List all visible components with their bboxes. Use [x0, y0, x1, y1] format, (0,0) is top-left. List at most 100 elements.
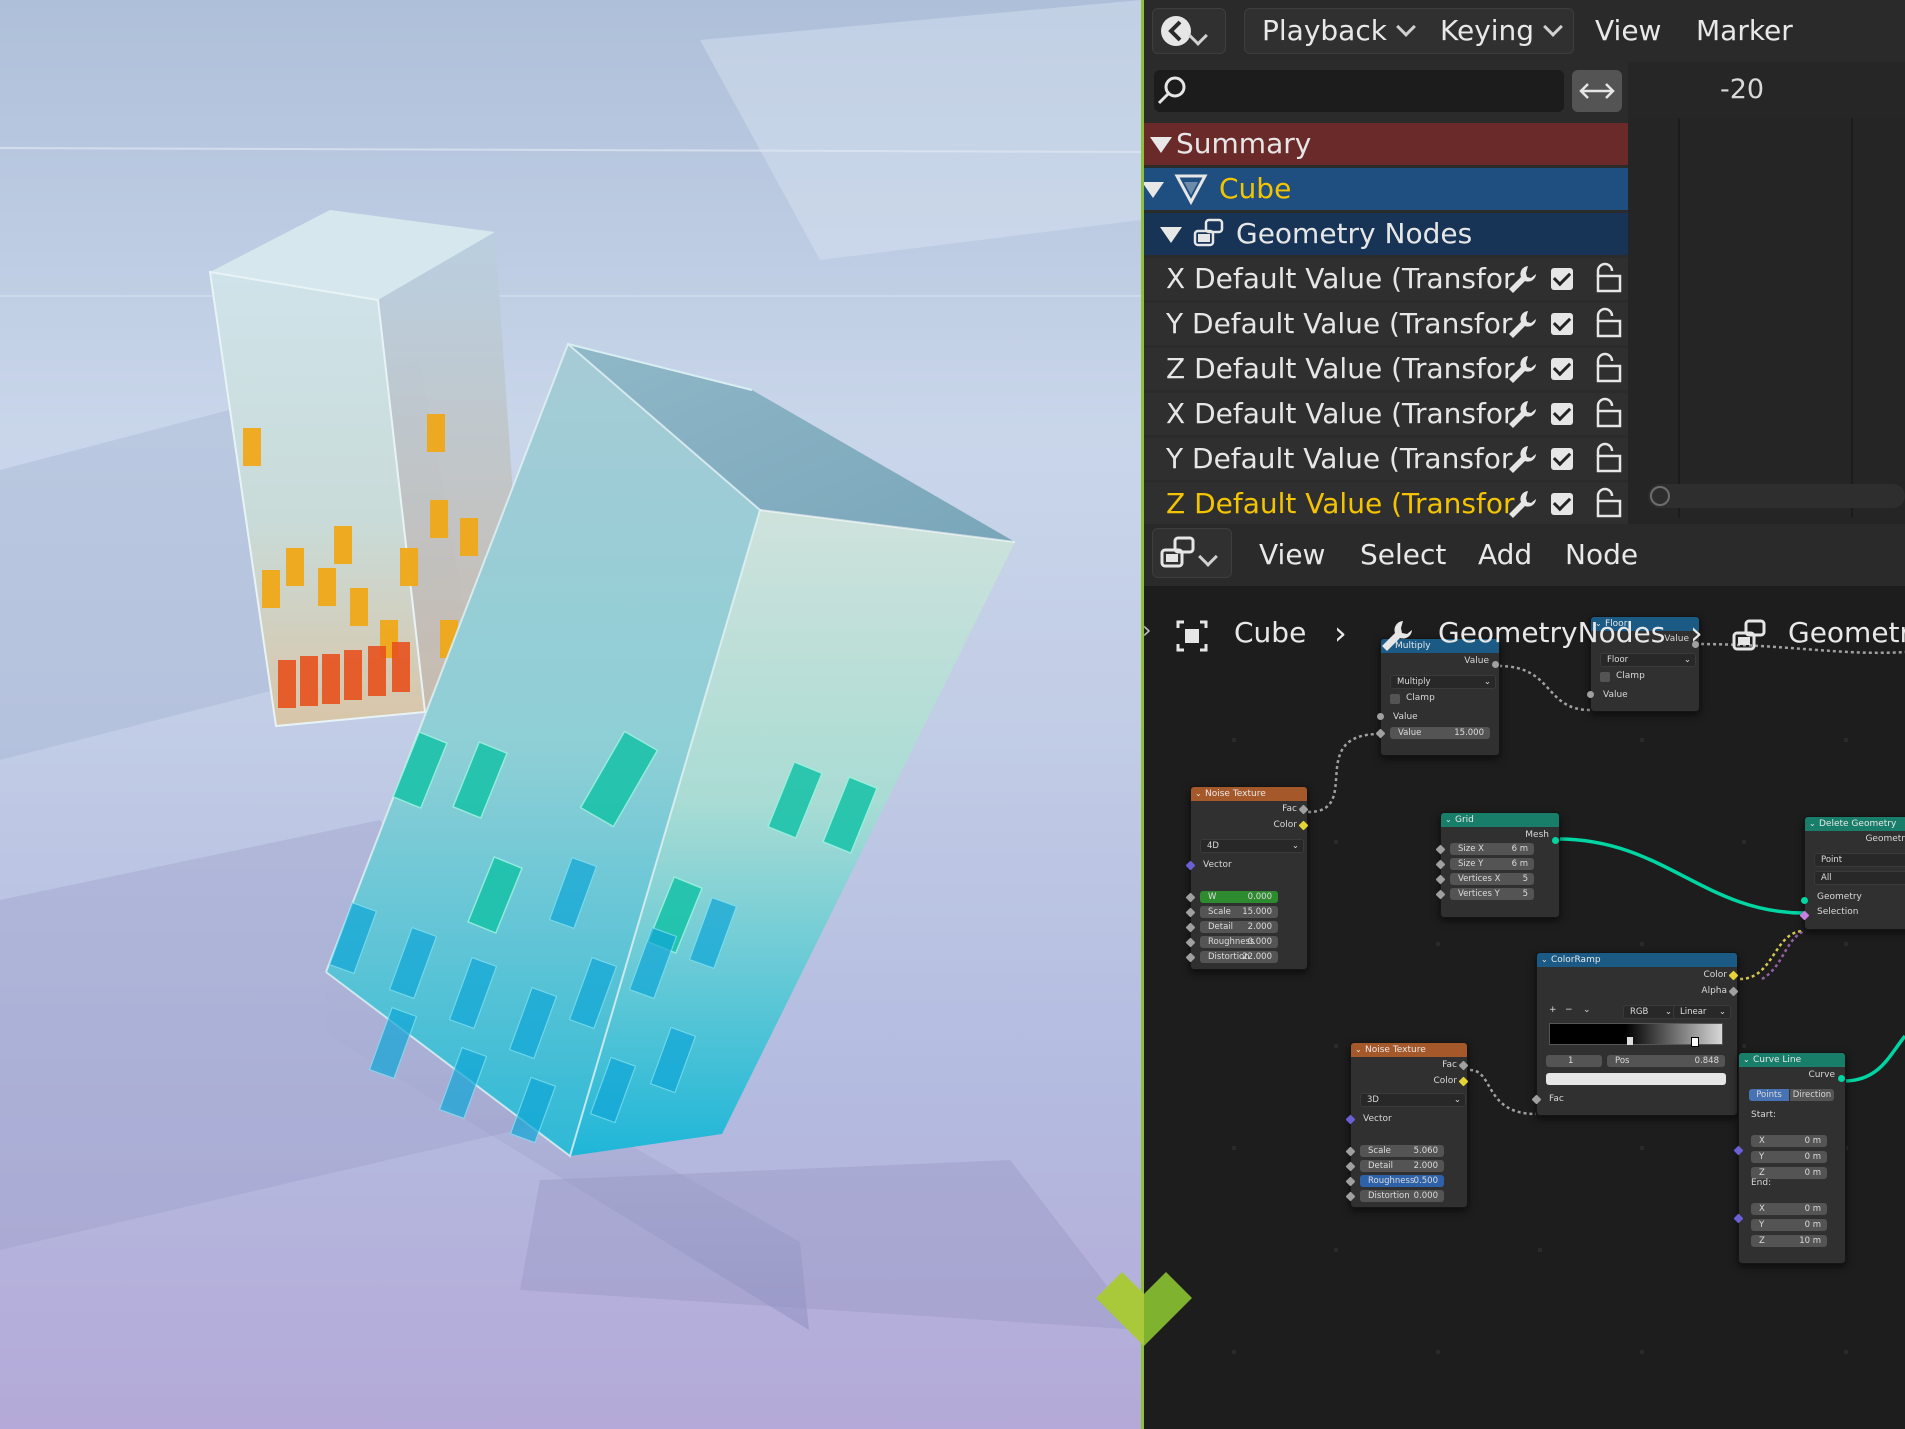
node-value-field[interactable]: X0 m [1751, 1135, 1827, 1147]
collapse-chevron-icon[interactable]: ⌄ [1355, 1043, 1362, 1057]
color-stop-handle[interactable] [1691, 1037, 1699, 1047]
node-value-field[interactable]: Scale 5.060 [1360, 1145, 1444, 1157]
unlock-icon[interactable] [1592, 262, 1624, 294]
node-header[interactable]: ⌄ Noise Texture [1351, 1043, 1467, 1057]
menu-marker[interactable]: Marker [1696, 0, 1793, 62]
node-canvas[interactable]: ⌄MultiplyValueMultiply⌄ClampValueValue15… [1144, 586, 1905, 1429]
node-dropdown[interactable]: RGB ⌄ [1623, 1005, 1677, 1019]
node-value-field[interactable]: Vertices Y5 [1450, 888, 1534, 900]
color-stop-handle[interactable] [1627, 1037, 1633, 1045]
channel-mute-checkbox[interactable] [1551, 448, 1573, 470]
node-value-field[interactable]: X0 m [1751, 1203, 1827, 1215]
color-ramp-node[interactable]: ⌄ ColorRamp Color Alpha + − ⌄ RGB ⌄ Linear ⌄ 1 Pos 0.… [1531, 952, 1739, 1116]
node-value-field[interactable]: Y0 m [1751, 1151, 1827, 1163]
node-value-field[interactable]: Roughness 0.000 [1200, 936, 1278, 948]
collapse-chevron-icon[interactable]: ⌄ [1743, 1053, 1750, 1067]
node-value-field[interactable]: Z 10 m [1751, 1235, 1827, 1247]
node-header[interactable]: ⌄ Noise Texture [1191, 787, 1307, 801]
node-value-field[interactable]: Size Y6 m [1450, 858, 1534, 870]
mesh-output-socket[interactable] [1552, 837, 1559, 844]
channel-row[interactable]: Z Default Value (Transfor [1144, 348, 1628, 390]
summary-row[interactable]: Summary [1144, 123, 1628, 165]
node-header[interactable]: ⌄ ColorRamp [1537, 953, 1737, 967]
node-value-field[interactable]: Y0 m [1751, 1219, 1827, 1231]
unlock-icon[interactable] [1592, 352, 1624, 384]
channel-mute-checkbox[interactable] [1551, 358, 1573, 380]
remove-stop-button[interactable]: − [1565, 1005, 1573, 1015]
node-dropdown[interactable]: Multiply ⌄ [1390, 675, 1496, 689]
node-value-field[interactable]: Vertices X5 [1450, 873, 1534, 885]
channel-label: X Default Value (Transfor [1166, 262, 1515, 295]
add-stop-button[interactable]: + [1549, 1005, 1557, 1015]
node-value-field[interactable]: Distortion 0.000 [1360, 1190, 1444, 1202]
menu-node[interactable]: Node [1565, 524, 1638, 586]
channel-mute-checkbox[interactable] [1551, 403, 1573, 425]
breadcrumb-node-tree[interactable]: Geometr [1788, 616, 1905, 649]
unlock-icon[interactable] [1592, 397, 1624, 429]
mode-direction-button[interactable]: Direction [1790, 1089, 1834, 1101]
editor-type-dropdown[interactable] [1152, 528, 1232, 578]
collapse-chevron-icon[interactable]: ⌄ [1195, 787, 1202, 801]
noise-texture-node[interactable]: ⌄ Noise Texture Fac Color 3D ⌄ Vector Scale 5.06… [1345, 1042, 1469, 1208]
channel-row[interactable]: Z Default Value (Transfor [1144, 483, 1628, 525]
channel-mute-checkbox[interactable] [1551, 493, 1573, 515]
geometry-input-socket[interactable] [1801, 897, 1808, 904]
filter-toggle-button[interactable] [1572, 70, 1622, 112]
noise-texture-node[interactable]: ⌄ Noise Texture Fac Color 4D ⌄ Vector W 0.000 Sca… [1185, 786, 1309, 970]
chevron-down-icon[interactable]: ⌄ [1583, 1005, 1591, 1015]
mode-points-button[interactable]: Points [1749, 1089, 1789, 1101]
menu-keying[interactable]: Keying [1440, 0, 1563, 62]
node-header[interactable]: ⌄ Grid [1441, 813, 1559, 827]
breadcrumb-modifier[interactable]: GeometryNodes [1438, 616, 1665, 649]
stop-position-field[interactable]: Pos 0.848 [1607, 1055, 1725, 1067]
curve-line-node[interactable]: ⌄ Curve Line Curve Points Direction Start: X 0 … [1733, 1052, 1846, 1264]
channel-row[interactable]: X Default Value (Transfor [1144, 393, 1628, 435]
channel-mute-checkbox[interactable] [1551, 313, 1573, 335]
curve-output-socket[interactable] [1838, 1075, 1845, 1082]
channel-search-input[interactable] [1154, 70, 1564, 112]
delete-geometry-node[interactable]: ⌄Delete GeometryGeometrPoint⌄All⌄Geometr… [1799, 816, 1905, 930]
channel-row[interactable]: X Default Value (Transfor [1144, 258, 1628, 300]
value-input-socket[interactable] [1587, 691, 1594, 698]
unlock-icon[interactable] [1592, 307, 1624, 339]
node-dropdown[interactable]: 4D ⌄ [1200, 839, 1304, 853]
timeline-scrollbar[interactable] [1648, 484, 1905, 508]
node-header[interactable]: ⌄ Delete Geometry [1805, 817, 1905, 831]
unlock-icon[interactable] [1592, 442, 1624, 474]
stop-index-field[interactable]: 1 [1546, 1055, 1602, 1067]
menu-select[interactable]: Select [1360, 524, 1446, 586]
node-dropdown[interactable]: Point⌄ [1814, 853, 1905, 867]
node-value-field[interactable]: Roughness 0.500 [1360, 1175, 1444, 1187]
node-dropdown[interactable]: All⌄ [1814, 871, 1905, 885]
collapse-chevron-icon[interactable]: ⌄ [1809, 817, 1816, 831]
menu-view[interactable]: View [1595, 0, 1661, 62]
keyframe-area[interactable] [1628, 62, 1905, 524]
node-value-field[interactable]: Distortion 22.000 [1200, 951, 1278, 963]
node-value-field[interactable]: Detail 2.000 [1360, 1160, 1444, 1172]
collapse-chevron-icon[interactable]: ⌄ [1445, 813, 1452, 827]
mesh-data-icon [1174, 174, 1208, 205]
node-value-field[interactable]: Detail 2.000 [1200, 921, 1278, 933]
node-dropdown[interactable]: Linear ⌄ [1673, 1005, 1731, 1019]
node-header[interactable]: ⌄ Curve Line [1739, 1053, 1845, 1067]
unlock-icon[interactable] [1592, 487, 1624, 519]
modifier-row-geometry-nodes[interactable]: Geometry Nodes [1144, 213, 1628, 255]
channel-mute-checkbox[interactable] [1551, 268, 1573, 290]
object-row-cube[interactable]: Cube [1144, 168, 1628, 210]
channel-row[interactable]: Y Default Value (Transfor [1144, 438, 1628, 480]
editor-type-dropdown[interactable] [1152, 8, 1226, 54]
node-value-field[interactable]: Value 15.000 [1390, 727, 1490, 739]
breadcrumb-object[interactable]: Cube [1234, 616, 1306, 649]
channel-row[interactable]: Y Default Value (Transfor [1144, 303, 1628, 345]
menu-add[interactable]: Add [1478, 524, 1532, 586]
grid-node[interactable]: ⌄ Grid Mesh Size X6 m Size Y6 m Vertices X 5 Ve… [1435, 812, 1560, 918]
node-dropdown[interactable]: 3D ⌄ [1360, 1093, 1466, 1107]
node-value-field[interactable]: Scale 15.000 [1200, 906, 1278, 918]
node-value-field[interactable]: Size X6 m [1450, 843, 1534, 855]
value-input-socket[interactable] [1377, 713, 1384, 720]
menu-view[interactable]: View [1259, 524, 1325, 586]
collapse-chevron-icon[interactable]: ⌄ [1541, 953, 1548, 967]
stop-color-swatch[interactable] [1546, 1073, 1726, 1085]
node-value-field[interactable]: W 0.000 [1200, 891, 1278, 903]
menu-playback[interactable]: Playback [1262, 0, 1416, 62]
